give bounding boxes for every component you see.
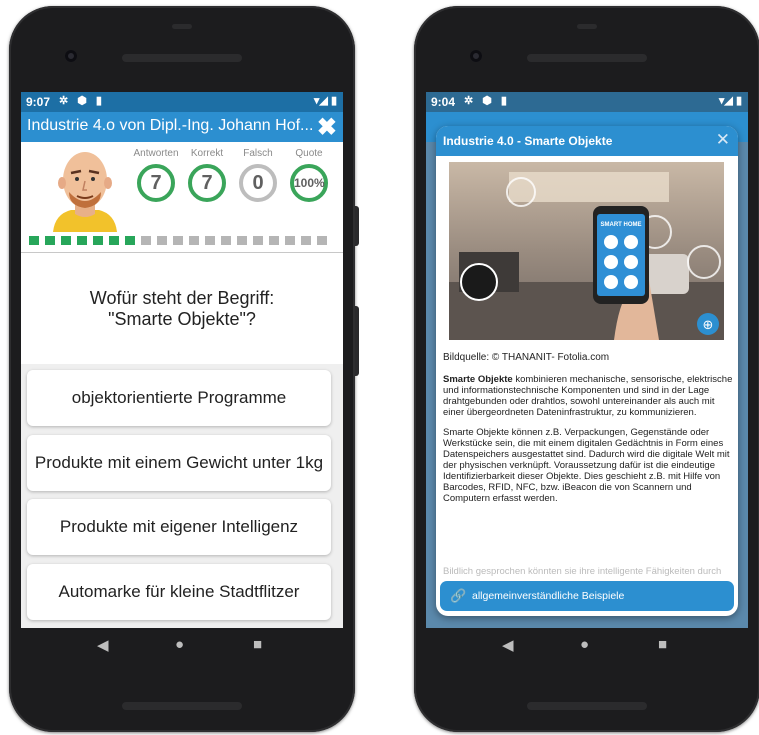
stat-wrong-label: Falsch [243, 148, 273, 159]
stat-answers-value: 7 [137, 164, 175, 202]
answer-list: objektorientierte Programme Produkte mit… [21, 364, 343, 628]
paragraph-2: Smarte Objekte können z.B. Verpackungen,… [443, 427, 730, 504]
home-icon[interactable]: ● [175, 636, 184, 653]
stat-wrong: Falsch 0 [233, 148, 283, 202]
progress-step-pending [173, 236, 183, 245]
stat-correct-value: 7 [188, 164, 226, 202]
link-icon: 🔗 [450, 588, 467, 603]
phone-left: 9:07 ✲ ⬢ ▮ ▾◢ ▮ Industrie 4.o von Dipl.-… [9, 6, 359, 732]
app-title-bar: Industrie 4.o von Dipl.-Ing. Johann Hof.… [21, 112, 343, 142]
progress-step-pending [285, 236, 295, 245]
close-icon[interactable]: ✖ [317, 113, 337, 142]
bottom-speaker [527, 702, 647, 710]
quiz-screen: 9:07 ✲ ⬢ ▮ ▾◢ ▮ Industrie 4.o von Dipl.-… [21, 92, 343, 628]
signal-battery-icons: ▾◢ ▮ [718, 95, 742, 107]
progress-step-done [77, 236, 87, 245]
stat-answers: Antworten 7 [131, 148, 181, 202]
examples-button[interactable]: 🔗 allgemeinverständliche Beispiele [440, 581, 734, 611]
progress-step-done [61, 236, 71, 245]
answer-option-2[interactable]: Produkte mit einem Gewicht unter 1kg [27, 435, 331, 491]
front-camera [65, 50, 77, 62]
progress-step-pending [253, 236, 263, 245]
info-dialog: Industrie 4.0 - Smarte Objekte ✕ SMART H… [436, 126, 738, 616]
progress-step-done [45, 236, 55, 245]
status-bar: 9:04 ✲ ⬢ ▮ ▾◢ ▮ [426, 92, 748, 112]
nav-bar: ◀ ● ■ [426, 628, 748, 664]
zoom-icon[interactable]: ⊕ [703, 318, 714, 333]
earpiece-speaker [122, 54, 242, 62]
status-bar: 9:07 ✲ ⬢ ▮ ▾◢ ▮ [21, 92, 343, 112]
phone-right: 9:04 ✲ ⬢ ▮ ▾◢ ▮ Industrie 4.0 - Smarte O… [414, 6, 759, 732]
question-line-2: "Smarte Objekte"? [108, 309, 256, 329]
volume-button [355, 206, 359, 246]
dialog-body: Smarte Objekte kombinieren mechanische, … [443, 374, 733, 513]
question-text: Wofür steht der Begriff: "Smarte Objekte… [35, 288, 329, 330]
bottom-speaker [122, 702, 242, 710]
recents-icon[interactable]: ■ [658, 636, 667, 653]
question-progress [29, 236, 335, 246]
stat-rate: Quote 100% [284, 148, 334, 202]
close-icon[interactable]: ✕ [716, 130, 730, 150]
question-line-1: Wofür steht der Begriff: [89, 288, 275, 308]
examples-button-label: allgemeinverständliche Beispiele [472, 590, 625, 602]
progress-step-pending [317, 236, 327, 245]
recents-icon[interactable]: ■ [253, 636, 262, 653]
answer-option-1[interactable]: objektorientierte Programme [27, 370, 331, 426]
front-camera [470, 50, 482, 62]
progress-step-done [125, 236, 135, 245]
earpiece-speaker [527, 54, 647, 62]
home-icon[interactable]: ● [580, 636, 589, 653]
smart-home-badge: SMART HOME [601, 222, 642, 228]
status-time: 9:04 [431, 95, 456, 109]
notification-icons: ✲ ⬢ ▮ [464, 95, 510, 107]
notification-icons: ✲ ⬢ ▮ [59, 95, 105, 107]
progress-step-pending [269, 236, 279, 245]
divider [21, 252, 343, 253]
answer-option-3[interactable]: Produkte mit eigener Intelligenz [27, 499, 331, 555]
progress-step-done [109, 236, 119, 245]
back-icon[interactable]: ◀ [502, 636, 514, 654]
image-credit: Bildquelle: © THANANIT- Fotolia.com [443, 352, 610, 363]
nav-bar: ◀ ● ■ [21, 628, 343, 664]
stat-rate-label: Quote [295, 148, 323, 159]
progress-step-done [93, 236, 103, 245]
stat-rate-value: 100% [290, 164, 328, 202]
dialog-title: Industrie 4.0 - Smarte Objekte [443, 134, 613, 148]
stat-correct: Korrekt 7 [182, 148, 232, 202]
avatar [53, 152, 117, 232]
progress-step-pending [141, 236, 151, 245]
power-button [355, 306, 359, 376]
progress-step-pending [205, 236, 215, 245]
status-time: 9:07 [26, 95, 51, 109]
stat-correct-label: Korrekt [190, 148, 224, 159]
paragraph-3-faded: Bildlich gesprochen könnten sie ihre int… [443, 566, 722, 577]
paragraph-1: Smarte Objekte kombinieren mechanische, … [443, 374, 733, 418]
info-screen: 9:04 ✲ ⬢ ▮ ▾◢ ▮ Industrie 4.0 - Smarte O… [426, 92, 748, 628]
sensor [577, 24, 597, 29]
progress-step-pending [189, 236, 199, 245]
progress-step-pending [157, 236, 167, 245]
progress-step-pending [237, 236, 247, 245]
paragraph-1-term: Smarte Objekte [443, 374, 513, 385]
progress-step-done [29, 236, 39, 245]
score-panel: Antworten 7 Korrekt 7 Falsch 0 Quote 100… [131, 148, 341, 228]
progress-step-pending [221, 236, 231, 245]
stat-wrong-value: 0 [239, 164, 277, 202]
answer-option-4[interactable]: Automarke für kleine Stadtflitzer [27, 564, 331, 620]
stat-answers-label: Antworten [133, 148, 179, 159]
sensor [172, 24, 192, 29]
app-title: Industrie 4.o von Dipl.-Ing. Johann Hof.… [27, 117, 314, 134]
smart-home-illustration: SMART HOME ⊕ [449, 162, 724, 340]
signal-battery-icons: ▾◢ ▮ [313, 95, 337, 107]
dialog-header: Industrie 4.0 - Smarte Objekte ✕ [436, 126, 738, 156]
progress-step-pending [301, 236, 311, 245]
back-icon[interactable]: ◀ [97, 636, 109, 654]
